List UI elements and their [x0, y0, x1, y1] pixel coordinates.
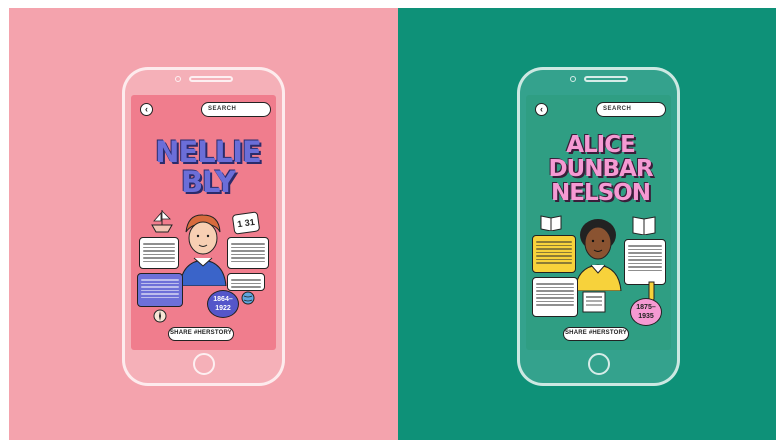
back-button[interactable]: ‹ [140, 103, 153, 116]
dates-badge: 1864–1922 [207, 290, 239, 318]
home-button[interactable] [588, 353, 610, 375]
home-button[interactable] [193, 353, 215, 375]
portrait-illustration [179, 214, 227, 286]
camera-icon [175, 76, 181, 82]
compass-icon [153, 309, 167, 323]
info-card [532, 235, 576, 273]
speaker-icon [584, 76, 628, 82]
camera-icon [570, 76, 576, 82]
ship-icon [151, 210, 173, 233]
left-panel: ‹ SEARCH NELLIE BLY 1 31 1864–1922 SHARE… [9, 8, 398, 440]
book-icon [632, 216, 656, 235]
newspaper-icon [582, 291, 606, 313]
share-button[interactable]: SHARE #HERSTORY [168, 327, 234, 341]
info-card [139, 237, 179, 269]
dates-badge: 1875–1935 [630, 298, 662, 326]
phone-frame-left: ‹ SEARCH NELLIE BLY 1 31 1864–1922 SHARE… [122, 67, 285, 386]
page-title: ALICE DUNBAR NELSON [548, 132, 653, 206]
calendar-label: 1 31 [236, 216, 256, 230]
info-card [624, 239, 666, 285]
portrait-illustration [574, 219, 622, 291]
phone-screen-left: ‹ SEARCH NELLIE BLY 1 31 1864–1922 SHARE… [131, 95, 276, 350]
phone-frame-right: ‹ SEARCH ALICE DUNBAR NELSON 1875–1935 S… [517, 67, 680, 386]
right-panel: ‹ SEARCH ALICE DUNBAR NELSON 1875–1935 S… [398, 8, 776, 440]
info-card [227, 273, 265, 291]
phone-screen-right: ‹ SEARCH ALICE DUNBAR NELSON 1875–1935 S… [526, 95, 671, 350]
search-input[interactable]: SEARCH [596, 102, 666, 117]
calendar-icon: 1 31 [231, 211, 261, 235]
info-card [227, 237, 269, 269]
speaker-icon [189, 76, 233, 82]
page-title: NELLIE BLY [155, 135, 262, 199]
share-button[interactable]: SHARE #HERSTORY [563, 327, 629, 341]
globe-icon [241, 291, 255, 305]
info-card [137, 273, 183, 307]
info-card [532, 277, 578, 317]
search-input[interactable]: SEARCH [201, 102, 271, 117]
back-button[interactable]: ‹ [535, 103, 548, 116]
book-icon [540, 215, 562, 231]
